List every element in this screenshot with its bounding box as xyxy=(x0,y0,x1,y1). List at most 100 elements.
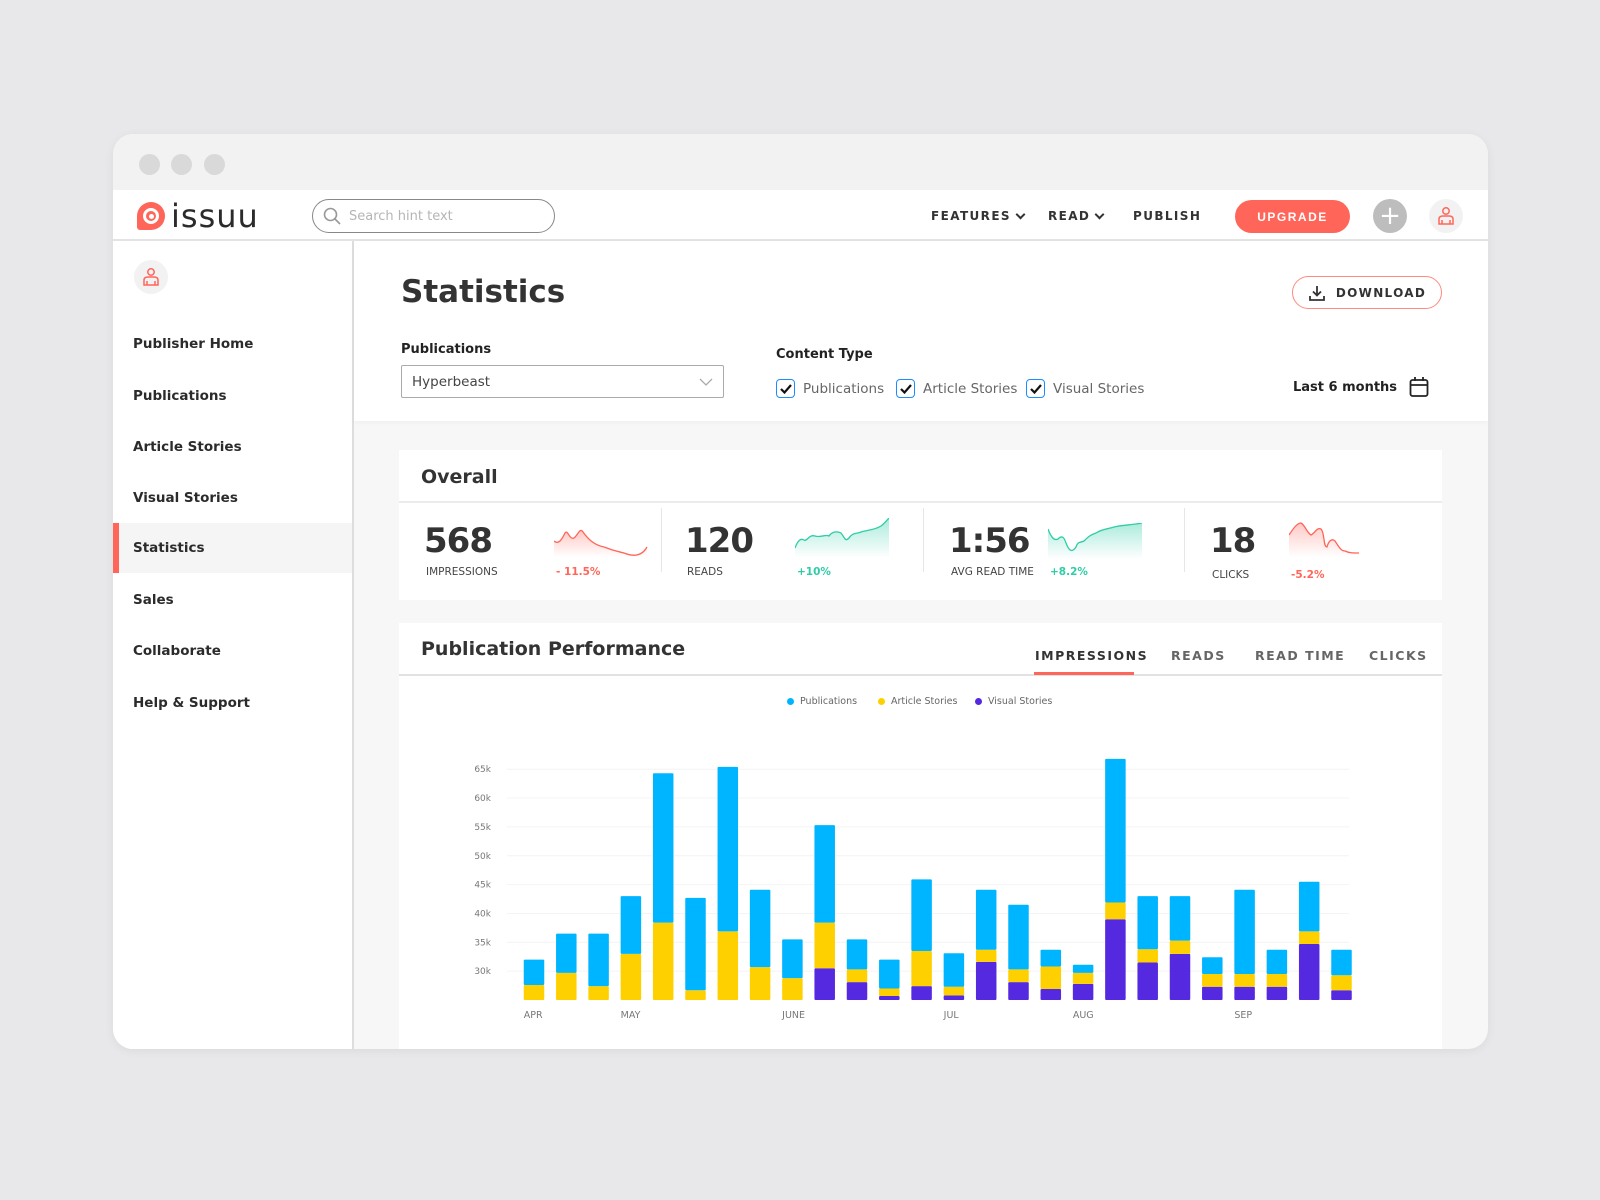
sidebar-item-help-support[interactable]: Help & Support xyxy=(113,678,352,728)
legend-label: Publications xyxy=(800,696,858,707)
impressions-change: - 11.5% xyxy=(556,566,601,578)
x-month-label: MAY xyxy=(621,1010,641,1021)
bar-segment-article-stories xyxy=(782,978,803,1000)
bar-segment-article-stories xyxy=(588,986,609,1000)
nav-read[interactable]: READ xyxy=(1048,209,1105,223)
nav-publish[interactable]: PUBLISH xyxy=(1133,209,1201,223)
tab-clicks[interactable]: CLICKS xyxy=(1369,648,1428,663)
legend-visual-stories[interactable]: Visual Stories xyxy=(975,696,1052,707)
publication-select[interactable]: Hyperbeast xyxy=(401,365,724,398)
impressions-value: 568 xyxy=(424,521,493,561)
search-box[interactable] xyxy=(312,199,555,233)
plus-icon[interactable]: + xyxy=(1373,199,1407,233)
content-type-label: Content Type xyxy=(776,347,873,362)
clicks-label: CLICKS xyxy=(1212,569,1250,581)
issuu-logo[interactable]: issuu xyxy=(137,200,259,232)
sidebar-item-article-stories[interactable]: Article Stories xyxy=(113,422,352,472)
bar-segment-publications xyxy=(782,939,803,979)
window-maximize-button[interactable] xyxy=(204,154,225,175)
bar-segment-publications xyxy=(814,825,835,923)
checkmark-icon[interactable] xyxy=(776,379,795,398)
bar-segment-publications xyxy=(943,953,965,987)
bar-segment-publications xyxy=(879,959,900,989)
avg-read-time-change: +8.2% xyxy=(1050,566,1088,578)
bar-segment-publications xyxy=(911,879,932,951)
bar-segment-article-stories xyxy=(1008,969,1029,983)
bar-segment-publications xyxy=(846,939,868,970)
checkmark-icon[interactable] xyxy=(896,379,915,398)
page-title: Statistics xyxy=(401,274,566,310)
download-icon xyxy=(1309,285,1325,301)
search-input[interactable] xyxy=(349,208,529,224)
legend-dot-icon xyxy=(975,698,982,705)
bar-segment-publications xyxy=(685,897,706,991)
user-icon xyxy=(143,268,159,286)
sidebar-item-publications[interactable]: Publications xyxy=(113,371,352,421)
sidebar-avatar[interactable] xyxy=(134,260,168,294)
bar-segment-publications xyxy=(588,933,609,987)
top-header: issuu FEATURES READ PUBLISH UPGRADE + xyxy=(113,190,1488,241)
sidebar-item-label: Sales xyxy=(133,592,174,608)
legend-article-stories[interactable]: Article Stories xyxy=(878,696,957,707)
window-titlebar xyxy=(113,134,1488,190)
bar-segment-visual-stories xyxy=(1072,983,1094,1000)
sidebar-item-statistics[interactable]: Statistics xyxy=(113,523,352,573)
bar-segment-article-stories xyxy=(556,972,577,1000)
tab-reads[interactable]: READS xyxy=(1171,648,1226,663)
download-button[interactable]: DOWNLOAD xyxy=(1292,276,1442,309)
date-range-picker[interactable]: Last 6 months xyxy=(1293,376,1429,398)
bar-segment-visual-stories xyxy=(879,995,900,1000)
bar-segment-visual-stories xyxy=(1105,919,1126,1000)
sidebar-item-label: Statistics xyxy=(133,540,205,556)
nav-features[interactable]: FEATURES xyxy=(931,209,1026,223)
bar-segment-publications xyxy=(975,889,997,950)
bar-segment-publications xyxy=(1234,889,1255,975)
tab-read-time[interactable]: READ TIME xyxy=(1255,648,1345,663)
chevron-down-icon xyxy=(1094,209,1105,219)
legend-dot-icon xyxy=(878,698,885,705)
legend-label: Visual Stories xyxy=(988,696,1053,707)
legend-publications[interactable]: Publications xyxy=(787,696,857,707)
window-minimize-button[interactable] xyxy=(171,154,192,175)
bar-segment-article-stories xyxy=(620,953,642,1000)
window-close-button[interactable] xyxy=(139,154,160,175)
bar-segment-article-stories xyxy=(975,949,997,962)
clicks-change: -5.2% xyxy=(1291,569,1325,581)
sidebar-item-collaborate[interactable]: Collaborate xyxy=(113,626,352,676)
bar-segment-visual-stories xyxy=(943,995,965,1000)
tab-impressions[interactable]: IMPRESSIONS xyxy=(1035,648,1148,663)
y-tick-label: 65k xyxy=(474,765,491,775)
sidebar-item-label: Publications xyxy=(133,388,227,404)
sidebar-item-visual-stories[interactable]: Visual Stories xyxy=(113,473,352,523)
avg-read-time-label: AVG READ TIME xyxy=(951,566,1034,578)
metric-divider xyxy=(1184,508,1185,572)
bar-segment-visual-stories xyxy=(1266,986,1288,1000)
calendar-icon[interactable] xyxy=(1409,376,1429,398)
x-month-label: SEP xyxy=(1234,1010,1252,1021)
bar-segment-publications xyxy=(1008,904,1029,970)
bar-segment-article-stories xyxy=(1137,949,1158,963)
checkbox-visual-stories[interactable]: Visual Stories xyxy=(1026,379,1144,398)
bar-segment-article-stories xyxy=(523,984,545,1000)
y-tick-label: 55k xyxy=(474,823,491,833)
reads-change: +10% xyxy=(797,566,831,578)
impressions-label: IMPRESSIONS xyxy=(426,566,498,578)
sidebar-item-sales[interactable]: Sales xyxy=(113,575,352,625)
browser-window: issuu FEATURES READ PUBLISH UPGRADE + Pu… xyxy=(113,134,1488,1049)
upgrade-button[interactable]: UPGRADE xyxy=(1235,200,1350,233)
checkbox-publications[interactable]: Publications xyxy=(776,379,884,398)
checkbox-label: Visual Stories xyxy=(1053,380,1145,397)
checkbox-article-stories[interactable]: Article Stories xyxy=(896,379,1017,398)
checkmark-icon[interactable] xyxy=(1026,379,1045,398)
sidebar-item-publisher-home[interactable]: Publisher Home xyxy=(113,319,352,369)
user-icon xyxy=(1438,207,1454,225)
x-month-label: AUG xyxy=(1073,1010,1094,1021)
reads-label: READS xyxy=(687,566,723,578)
avg-read-time-sparkline xyxy=(1048,523,1142,559)
bar-segment-publications xyxy=(1298,881,1320,932)
bar-segment-visual-stories xyxy=(1137,962,1158,1000)
bar-segment-publications xyxy=(1266,949,1288,975)
bar-segment-publications xyxy=(1040,949,1062,967)
x-month-label: JUNE xyxy=(781,1010,805,1021)
user-avatar-button[interactable] xyxy=(1429,199,1463,233)
